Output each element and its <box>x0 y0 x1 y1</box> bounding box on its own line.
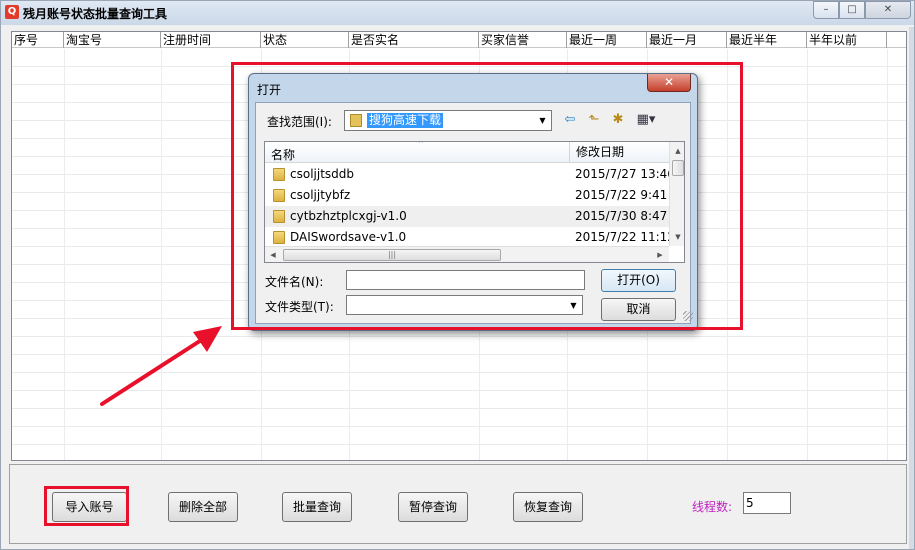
app-search-icon: Q <box>5 5 19 19</box>
column-header[interactable]: 最近一月 <box>647 32 727 48</box>
grid-divider <box>64 49 65 460</box>
column-header[interactable]: 序号 <box>12 32 64 48</box>
window-edge <box>909 27 914 549</box>
grid-divider <box>887 49 888 460</box>
column-header[interactable]: 半年以前 <box>807 32 887 48</box>
column-header[interactable]: 最近一周 <box>567 32 647 48</box>
title-bar[interactable]: Q 残月账号状态批量查询工具 – □ ✕ <box>1 1 914 25</box>
thread-count-label: 线程数: <box>692 500 733 514</box>
dialog-highlight-box <box>231 62 743 330</box>
close-button[interactable]: ✕ <box>865 1 911 19</box>
grid-header: 序号 淘宝号 注册时间 状态 是否实名 买家信誉 最近一周 最近一月 最近半年 … <box>12 32 906 48</box>
batch-query-button[interactable]: 批量查询 <box>282 492 352 522</box>
maximize-button[interactable]: □ <box>839 1 865 19</box>
import-button-highlight-box <box>44 486 129 526</box>
column-header[interactable]: 状态 <box>261 32 349 48</box>
resume-query-button[interactable]: 恢复查询 <box>513 492 583 522</box>
grid-divider <box>807 49 808 460</box>
pause-query-button[interactable]: 暂停查询 <box>398 492 468 522</box>
delete-all-button[interactable]: 删除全部 <box>168 492 238 522</box>
column-header[interactable]: 买家信誉 <box>479 32 567 48</box>
thread-count-input[interactable]: 5 <box>743 492 791 514</box>
column-header[interactable]: 注册时间 <box>161 32 261 48</box>
column-header[interactable]: 淘宝号 <box>64 32 161 48</box>
grid-divider <box>161 49 162 460</box>
control-panel: 导入账号 删除全部 批量查询 暂停查询 恢复查询 线程数: 5 <box>9 464 907 544</box>
column-header[interactable]: 最近半年 <box>727 32 807 48</box>
app-title: 残月账号状态批量查询工具 <box>23 7 168 21</box>
minimize-button[interactable]: – <box>813 1 839 19</box>
column-header[interactable]: 是否实名 <box>349 32 479 48</box>
